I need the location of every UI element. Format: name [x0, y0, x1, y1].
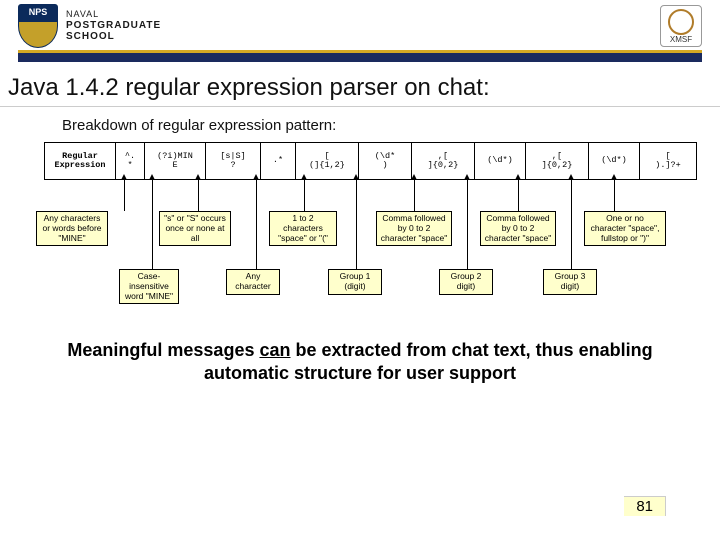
takeaway-pre: Meaningful messages — [67, 340, 259, 360]
slide-title: Java 1.4.2 regular expression parser on … — [8, 74, 712, 102]
regex-cell-label: Regular Expression — [45, 143, 116, 179]
arrow-1 — [124, 179, 125, 211]
arrow-2 — [198, 179, 199, 211]
slide-header: NPS NAVAL POSTGRADUATE SCHOOL XMSF — [0, 0, 720, 50]
org-line-1: NAVAL — [66, 10, 161, 20]
takeaway-underline: can — [259, 340, 290, 360]
annot-mid-3: 1 to 2 characters "space" or "(" — [269, 211, 337, 246]
regex-diagram: Regular Expression ^. * (?i)MIN E [s|S] … — [26, 142, 694, 317]
arrow-11 — [571, 179, 572, 269]
arrow-3 — [304, 179, 305, 211]
gear-icon — [668, 9, 694, 35]
nps-shield-icon: NPS — [18, 4, 58, 48]
annot-mid-2: "s" or "S" occurs once or none at all — [159, 211, 231, 246]
arrow-6 — [614, 179, 615, 211]
navy-divider — [18, 53, 702, 62]
arrow-8 — [256, 179, 257, 269]
annot-low-2: Any character — [226, 269, 280, 295]
regex-cell-6: (\d* ) — [359, 143, 412, 179]
annot-low-5: Group 3 digit) — [543, 269, 597, 295]
annot-mid-4: Comma followed by 0 to 2 character "spac… — [376, 211, 452, 246]
annot-low-4: Group 2 digit) — [439, 269, 493, 295]
xmsf-label: XMSF — [670, 35, 692, 44]
annot-mid-6: One or no character "space", fullstop or… — [584, 211, 666, 246]
page-number: 81 — [624, 496, 666, 516]
title-underline — [0, 106, 720, 107]
takeaway-text: Meaningful messages can be extracted fro… — [36, 339, 684, 384]
arrow-7 — [152, 179, 153, 269]
regex-row: Regular Expression ^. * (?i)MIN E [s|S] … — [44, 142, 697, 180]
xmsf-logo-icon: XMSF — [660, 5, 702, 47]
arrow-4 — [414, 179, 415, 211]
arrow-9 — [356, 179, 357, 269]
slide-subtitle: Breakdown of regular expression pattern: — [62, 117, 720, 134]
regex-cell-11: [ ).]?+ — [640, 143, 696, 179]
arrow-5 — [518, 179, 519, 211]
annot-low-3: Group 1 (digit) — [328, 269, 382, 295]
logo-left-group: NPS NAVAL POSTGRADUATE SCHOOL — [18, 4, 161, 48]
org-line-2: POSTGRADUATE — [66, 20, 161, 31]
regex-cell-9: ,[ ]{0,2} — [526, 143, 589, 179]
annot-mid-1: Any characters or words before "MINE" — [36, 211, 108, 246]
org-line-3: SCHOOL — [66, 31, 161, 42]
org-name: NAVAL POSTGRADUATE SCHOOL — [66, 10, 161, 42]
regex-cell-4: .* — [261, 143, 296, 179]
annot-mid-5: Comma followed by 0 to 2 character "spac… — [480, 211, 556, 246]
arrow-10 — [467, 179, 468, 269]
annot-low-1: Case-insensitive word "MINE" — [119, 269, 179, 304]
